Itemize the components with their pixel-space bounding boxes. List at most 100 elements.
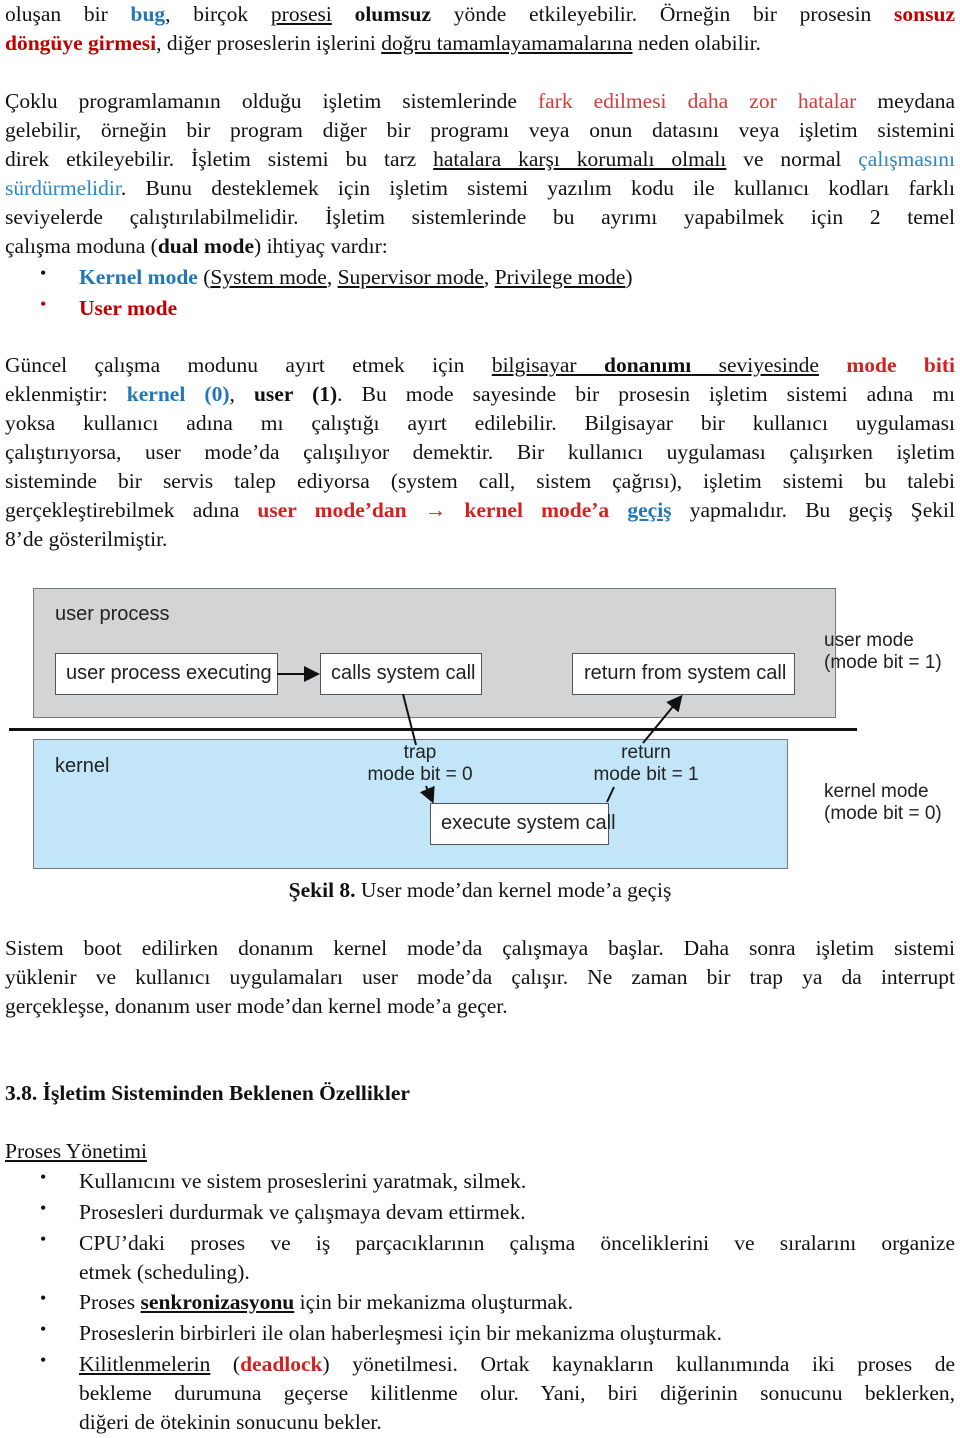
term-bug: bug	[130, 2, 166, 26]
term-system-mode: System mode	[210, 265, 327, 289]
term-hatalara: hatalara karşı korumalı olmalı	[433, 147, 727, 171]
term-sonsuz: sonsuz	[894, 2, 955, 26]
term-dual-mode: dual mode	[157, 234, 255, 258]
bullet-icon: •	[40, 1319, 47, 1339]
para2-line3: direk etkileyebilir. İşletim sistemi bu …	[5, 145, 955, 174]
text: Çoklu programlamanın olduğu işletim sist…	[5, 89, 538, 113]
text: için bir mekanizma oluşturmak.	[294, 1290, 574, 1314]
text: gerçekleştirebilmek adına	[5, 498, 258, 522]
term-kilitlenmelerin: Kilitlenmelerin	[79, 1352, 211, 1376]
para4-line3: gerçekleşse, donanım user mode’dan kerne…	[5, 994, 508, 1018]
term-deadlock: deadlock	[240, 1352, 323, 1376]
text: ) yönetilmesi. Ortak kaynakların kullanı…	[322, 1352, 955, 1376]
para2-line6: çalışma moduna (dual mode) ihtiyaç vardı…	[5, 232, 955, 261]
para2-line2: gelebilir, örneğin bir program diğer bir…	[5, 118, 955, 142]
list-item-text: Kernel mode (System mode, Supervisor mod…	[79, 263, 633, 292]
text: neden olabilir.	[632, 31, 761, 55]
bullet-icon: •	[40, 1350, 47, 1370]
text: seviyesinde	[691, 353, 819, 377]
list-item-text: Proseslerin birbirleri ile olan haberleş…	[79, 1321, 723, 1345]
term-privilege-mode: Privilege mode	[494, 265, 626, 289]
underlined-phrase: bilgisayar donanımı seviyesinde	[492, 353, 819, 377]
para4-line2: yüklenir ve kullanıcı uygulamaları user …	[5, 965, 955, 989]
subheading-proses-yonetimi: Proses Yönetimi	[5, 1139, 147, 1163]
term-calis: çalışmasını	[858, 147, 955, 171]
text: ,	[229, 382, 254, 406]
text: ,	[483, 265, 495, 289]
text: , birçok	[165, 2, 271, 26]
text: yönde etkileyebilir. Örneğin bir prosesi…	[431, 2, 895, 26]
text	[609, 498, 627, 522]
term-user-mode: User mode	[79, 296, 178, 320]
term-donanimi: donanımı	[604, 353, 692, 377]
list-item-text: Kullanıcını ve sistem proseslerini yarat…	[79, 1169, 527, 1193]
para3-line6: gerçekleştirebilmek adına user mode’dan …	[5, 496, 955, 525]
para3-line7: 8’de gösterilmiştir.	[5, 527, 168, 551]
para1-line1: oluşan bir bug, birçok prosesi olumsuz y…	[5, 0, 955, 29]
list-item-text: Prosesleri durdurmak ve çalışmaya devam …	[79, 1200, 526, 1224]
list-item-text: bekleme durumuna geçerse kilitlenme olur…	[79, 1381, 955, 1405]
text: . Bunu desteklemek için işletim sistemi …	[120, 176, 955, 200]
list-item-text: CPU’daki proses ve iş parçacıklarının ça…	[79, 1231, 955, 1255]
arrow-right-icon: →	[424, 498, 447, 522]
term-supervisor-mode: Supervisor mode	[337, 265, 484, 289]
term-dogru: doğru tamamlayamamalarına	[381, 31, 633, 55]
list-item-text: diğeri de ötekinin sonucunu bekler.	[79, 1410, 382, 1434]
list-item-text: Kilitlenmelerin (deadlock) yönetilmesi. …	[79, 1350, 955, 1379]
term-user-mode-dan: user mode’dan	[257, 498, 425, 522]
term-olumsuz: olumsuz	[354, 2, 432, 26]
term-prosesi: prosesi	[270, 2, 332, 26]
bullet-icon: •	[40, 1198, 47, 1218]
text: oluşan bir	[5, 2, 131, 26]
para3-line1: Güncel çalışma modunu ayırt etmek için b…	[5, 351, 955, 380]
text	[332, 2, 355, 26]
arrow-return-to-user	[642, 694, 683, 744]
text: Proses	[79, 1290, 141, 1314]
arrow-trap-to-execute	[419, 785, 435, 804]
para2-line4: sürdürmelidir. Bunu desteklemek için işl…	[5, 174, 955, 203]
bullet-icon: •	[40, 1167, 47, 1187]
text: , diğer proseslerin işlerini	[156, 31, 382, 55]
term-fark: fark edilmesi daha zor hatalar	[537, 89, 857, 113]
diagram-arrows	[277, 666, 683, 804]
para3-line3: yoksa kullanıcı adına mı çalıştığı ayırt…	[5, 411, 955, 435]
term-kernel-mode: Kernel mode	[79, 265, 198, 289]
text: bilgisayar	[491, 353, 604, 377]
figure-caption: Şekil 8. User mode’dan kernel mode’a geç…	[5, 876, 955, 905]
section-heading: 3.8. İşletim Sisteminden Beklenen Özelli…	[5, 1081, 410, 1105]
caption-text: User mode’dan kernel mode’a geçiş	[355, 878, 672, 902]
term-gecis: geçiş	[627, 498, 672, 522]
list-item-text: etmek (scheduling).	[79, 1260, 250, 1284]
bullet-icon: •	[40, 294, 47, 314]
text: çalışma moduna (	[5, 234, 158, 258]
para4-line1: Sistem boot edilirken donanım kernel mod…	[5, 936, 955, 960]
para2-line1: Çoklu programlamanın olduğu işletim sist…	[5, 87, 955, 116]
text: yapmalıdır. Bu geçiş Şekil	[671, 498, 955, 522]
para3-line2: eklenmiştir: kernel (0), user (1). Bu mo…	[5, 380, 955, 409]
text: )	[625, 265, 633, 289]
text: ve normal	[726, 147, 859, 171]
bullet-icon: •	[40, 1288, 47, 1308]
text	[819, 353, 846, 377]
caption-label: Şekil 8.	[288, 878, 356, 902]
text: direk etkileyebilir. İşletim sistemi bu …	[5, 147, 434, 171]
term-user-1: user (1)	[253, 382, 338, 406]
text: meydana	[856, 89, 955, 113]
text: (	[197, 265, 211, 289]
arrow-call-to-trap	[402, 693, 417, 746]
mode-transition-diagram: user process user process executing call…	[0, 585, 960, 870]
para1-line2: döngüye girmesi, diğer proseslerin işler…	[5, 29, 955, 58]
text: . Bu mode sayesinde bir prosesin işletim…	[337, 382, 956, 406]
term-dongu: döngüye girmesi	[5, 31, 157, 55]
bullet-icon: •	[40, 1229, 47, 1249]
term-mode-biti: mode biti	[846, 353, 955, 377]
text: ,	[326, 265, 338, 289]
term-kernel-0: kernel (0)	[126, 382, 230, 406]
bullet-icon: •	[40, 263, 47, 283]
para3-line5: sisteminde bir servis talep ediyorsa (sy…	[5, 469, 955, 493]
list-item-text: Proses senkronizasyonu için bir mekanizm…	[79, 1288, 573, 1317]
term-kernel-mode-a: kernel mode’a	[446, 498, 610, 522]
para3-line4: çalıştırıyorsa, user mode’da çalışılıyor…	[5, 440, 955, 464]
text: eklenmiştir:	[5, 382, 127, 406]
arrow-execute-to-return	[606, 786, 615, 803]
